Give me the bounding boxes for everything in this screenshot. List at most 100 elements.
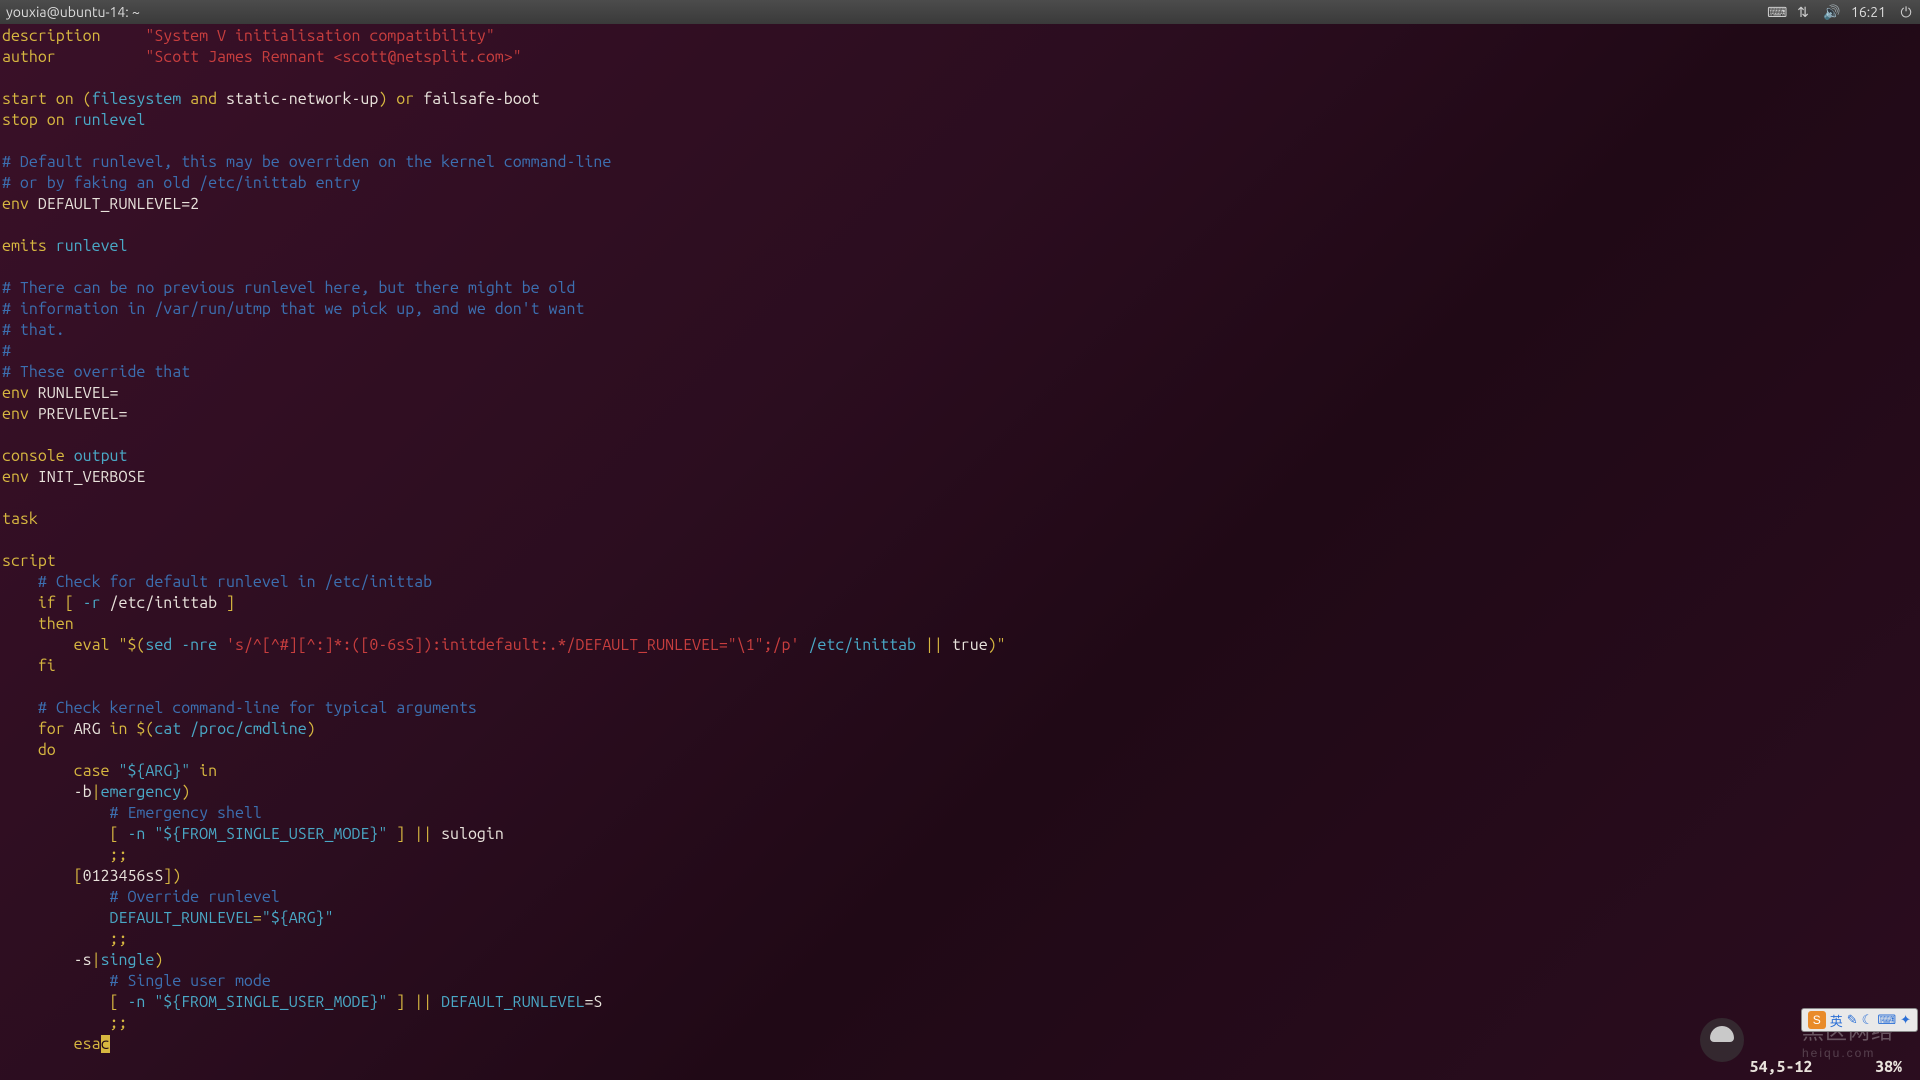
code-token: "System V initialisation compatibility" (101, 27, 495, 45)
code-token: [ (65, 594, 74, 612)
code-token: in (101, 720, 137, 738)
code-token: emergency (101, 783, 182, 801)
code-token: -nre (172, 636, 226, 654)
code-token: ] (387, 993, 414, 1011)
code-token: filesystem (92, 90, 182, 108)
code-token: ) (307, 720, 316, 738)
code-token: stop on (2, 111, 74, 129)
network-icon[interactable]: ⇅ (1795, 4, 1811, 21)
code-token: 0123456sS (83, 867, 164, 885)
code-token: ( (83, 90, 92, 108)
code-token: description (2, 27, 101, 45)
cursor: c (101, 1035, 110, 1053)
code-token: env (2, 405, 29, 423)
ime-logo-icon[interactable]: S (1808, 1011, 1826, 1029)
code-token: [ (2, 993, 118, 1011)
code-token: || (414, 993, 432, 1011)
code-token: or (387, 90, 423, 108)
ime-tool-icon[interactable]: ⌨ (1877, 1012, 1896, 1028)
vim-ruler: 54,5-12 38% (1750, 1058, 1902, 1076)
code-token: [ (2, 867, 83, 885)
ime-tool-icon[interactable]: ☾ (1862, 1012, 1874, 1028)
keyboard-icon[interactable]: ⌨ (1767, 4, 1783, 21)
code-token: ;; (2, 930, 127, 948)
code-token: if (2, 594, 65, 612)
code-token: sed (145, 636, 172, 654)
code-token: DEFAULT_RUNLEVEL (432, 993, 584, 1011)
ime-tool-icon[interactable]: ✎ (1847, 1012, 1858, 1028)
code-token: DEFAULT_RUNLEVEL (2, 909, 253, 927)
code-token: | (92, 783, 101, 801)
code-token: env (2, 468, 29, 486)
code-token: ] (226, 594, 235, 612)
code-token: -s (2, 951, 92, 969)
code-comment: # Override runlevel (2, 888, 280, 906)
code-token: cat /proc/cmdline (154, 720, 306, 738)
code-comment: # or by faking an old /etc/inittab entry (2, 174, 360, 192)
code-comment: # Check kernel command-line for typical … (2, 699, 477, 717)
code-token: || (925, 636, 943, 654)
code-token: env (2, 195, 29, 213)
code-token: failsafe-boot (423, 90, 539, 108)
code-token: "${ARG}" (262, 909, 334, 927)
code-token: $( (136, 720, 154, 738)
power-icon[interactable]: ⏻ (1898, 4, 1914, 21)
code-token: /etc/inittab (799, 636, 924, 654)
window-title: youxia@ubuntu-14: ~ (6, 4, 140, 20)
clock[interactable]: 16:21 (1851, 4, 1886, 20)
code-token: [ (2, 825, 118, 843)
code-token: esa (2, 1035, 101, 1053)
code-token: emits (2, 237, 56, 255)
code-token: case (2, 762, 118, 780)
code-token: "${FROM_SINGLE_USER_MODE}" (154, 993, 387, 1011)
code-token: 's/^[^#][^:]*:([0-6sS]):initdefault:.*/D… (226, 636, 799, 654)
code-comment: # (2, 342, 11, 360)
code-token: do (2, 741, 56, 759)
code-token: -n (118, 993, 154, 1011)
code-token: "${ARG}" (118, 762, 190, 780)
code-token: ;; (2, 846, 127, 864)
code-token: -r (74, 594, 110, 612)
code-comment: # Single user mode (2, 972, 271, 990)
code-token: start on (2, 90, 83, 108)
cursor-position: 54,5-12 (1750, 1058, 1813, 1076)
code-token: then (2, 615, 74, 633)
ime-lang[interactable]: 英 (1830, 1011, 1843, 1030)
code-comment: # Check for default runlevel in /etc/ini… (2, 573, 432, 591)
code-token: RUNLEVEL= (29, 384, 119, 402)
code-comment: # Emergency shell (2, 804, 262, 822)
code-token: output (74, 447, 128, 465)
code-comment: # information in /var/run/utmp that we p… (2, 300, 584, 318)
code-token: static-network-up (226, 90, 378, 108)
code-token: and (181, 90, 226, 108)
code-token: =S (584, 993, 602, 1011)
watermark-subtext: heiqu.com (1802, 1046, 1894, 1060)
code-token: ) (378, 90, 387, 108)
code-token: ARG (74, 720, 101, 738)
ime-toolbar[interactable]: S 英 ✎ ☾ ⌨ ✦ (1801, 1008, 1918, 1032)
code-token: ) (181, 783, 190, 801)
code-token: console (2, 447, 74, 465)
code-token: in (190, 762, 217, 780)
code-token: PREVLEVEL= (29, 405, 128, 423)
volume-icon[interactable]: 🔊 (1823, 4, 1839, 21)
code-token: DEFAULT_RUNLEVEL=2 (29, 195, 199, 213)
code-token: | (92, 951, 101, 969)
code-token: for (2, 720, 74, 738)
scroll-percent: 38% (1875, 1058, 1902, 1076)
code-token: single (101, 951, 155, 969)
watermark-logo-icon (1700, 1018, 1744, 1062)
code-token: || (414, 825, 432, 843)
code-token: )" (988, 636, 1006, 654)
code-token: script (2, 552, 56, 570)
panel-left: youxia@ubuntu-14: ~ (6, 4, 140, 20)
code-token: ] (387, 825, 414, 843)
code-comment: # that. (2, 321, 65, 339)
code-comment: # These override that (2, 363, 190, 381)
terminal[interactable]: description "System V initialisation com… (0, 24, 1920, 1080)
code-token: ] (163, 867, 172, 885)
code-token: ) (172, 867, 181, 885)
code-token: "Scott James Remnant <scott@netsplit.com… (56, 48, 522, 66)
ime-tool-icon[interactable]: ✦ (1900, 1012, 1911, 1028)
code-token: true (943, 636, 988, 654)
